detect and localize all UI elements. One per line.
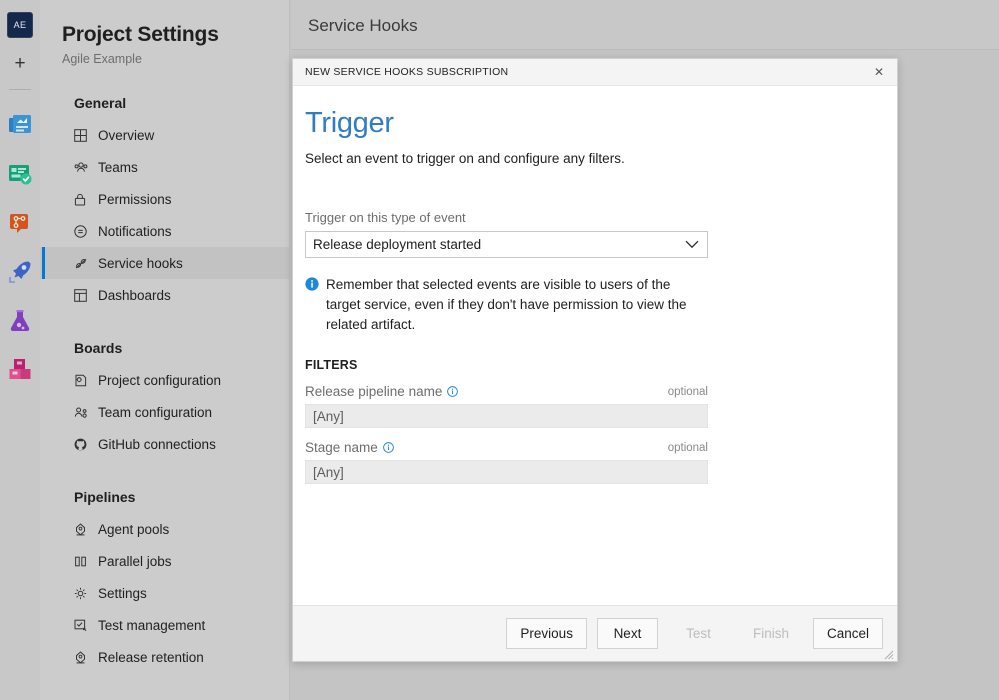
sidebar-group-general: General	[74, 95, 127, 111]
close-icon[interactable]: ✕	[870, 63, 888, 81]
sidebar-group-boards: Boards	[74, 340, 123, 356]
boards-icon[interactable]	[6, 160, 34, 188]
cancel-button[interactable]: Cancel	[812, 618, 883, 649]
sidebar-item-team-configuration[interactable]: Team configuration	[40, 396, 289, 428]
sidebar-item-github-connections[interactable]: GitHub connections	[40, 428, 289, 460]
sidebar-item-settings[interactable]: Settings	[40, 577, 289, 609]
sidebar-item-label: Release retention	[98, 649, 204, 665]
teams-icon	[74, 161, 92, 174]
sidebar-item-service-hooks[interactable]: Service hooks	[40, 247, 289, 279]
pipelines-icon[interactable]	[6, 258, 34, 286]
filter-label-line: Release pipeline name optional	[305, 384, 708, 399]
event-visibility-note-text: Remember that selected events are visibl…	[326, 277, 687, 332]
test-button: Test	[668, 618, 729, 649]
filter-label-line: Stage name optional	[305, 440, 708, 455]
add-new-button[interactable]: +	[7, 51, 33, 77]
grid-icon	[74, 128, 92, 142]
agent-pool-icon	[74, 522, 92, 536]
filter-optional-label: optional	[667, 441, 708, 454]
sidebar-item-label: Project configuration	[98, 372, 222, 388]
github-icon	[74, 438, 92, 451]
dialog-body: Trigger Select an event to trigger on an…	[293, 86, 897, 605]
sidebar-item-label: Parallel jobs	[98, 553, 172, 569]
artifacts-icon[interactable]	[6, 356, 34, 384]
release-pipeline-name-input[interactable]: [Any]	[305, 404, 708, 429]
test-management-icon	[74, 619, 92, 632]
sidebar-item-label: Teams	[98, 159, 138, 175]
team-config-icon	[74, 406, 92, 419]
sidebar-item-project-configuration[interactable]: Project configuration	[40, 364, 289, 396]
filter-label-text: Stage name	[305, 440, 378, 456]
dialog-footer: Previous Next Test Finish Cancel	[293, 605, 897, 661]
stage-name-input[interactable]: [Any]	[305, 460, 708, 485]
finish-button: Finish	[739, 618, 803, 649]
sidebar-item-test-management[interactable]: Test management	[40, 609, 289, 641]
event-visibility-note: Remember that selected events are visibl…	[305, 275, 705, 334]
sidebar-item-label: Agent pools	[98, 521, 170, 537]
filter-label-text: Release pipeline name	[305, 384, 443, 400]
global-icon-rail: AE +	[0, 0, 40, 700]
resize-grip-icon[interactable]	[882, 647, 894, 660]
previous-button[interactable]: Previous	[506, 618, 587, 649]
service-hooks-icon	[74, 257, 92, 270]
info-icon[interactable]	[447, 386, 459, 397]
info-icon	[305, 277, 320, 334]
filter-label: Stage name	[305, 440, 394, 455]
sidebar-item-label: GitHub connections	[98, 436, 216, 452]
sidebar-item-parallel-jobs[interactable]: Parallel jobs	[40, 545, 289, 577]
app-root: AE + Project Settings Agile Example Gene…	[0, 0, 999, 700]
project-config-icon	[74, 374, 92, 387]
avatar[interactable]: AE	[7, 12, 33, 38]
info-icon[interactable]	[382, 442, 394, 453]
sidebar-item-agent-pools[interactable]: Agent pools	[40, 513, 289, 545]
dialog-title: NEW SERVICE HOOKS SUBSCRIPTION	[305, 66, 509, 78]
sidebar-item-overview[interactable]: Overview	[40, 119, 289, 151]
test-plans-icon[interactable]	[6, 307, 34, 335]
parallel-jobs-icon	[74, 555, 92, 568]
sidebar-item-notifications[interactable]: Notifications	[40, 215, 289, 247]
filters-heading: FILTERS	[305, 358, 358, 373]
sidebar-item-release-retention[interactable]: Release retention	[40, 641, 289, 673]
event-type-select[interactable]: Release deployment started	[305, 231, 708, 259]
sidebar-item-dashboards[interactable]: Dashboards	[40, 279, 289, 311]
sidebar-group-pipelines: Pipelines	[74, 489, 136, 505]
dialog-titlebar: NEW SERVICE HOOKS SUBSCRIPTION ✕	[293, 59, 897, 86]
release-retention-icon	[74, 650, 92, 664]
sidebar-item-label: Service hooks	[98, 255, 183, 271]
lock-icon	[74, 193, 92, 206]
sidebar-item-label: Overview	[98, 127, 155, 143]
filter-label: Release pipeline name	[305, 384, 459, 400]
sidebar-item-permissions[interactable]: Permissions	[40, 183, 289, 215]
project-settings-sidebar: Project Settings Agile Example General O…	[40, 0, 290, 700]
chevron-down-icon	[685, 239, 699, 251]
overview-icon[interactable]	[6, 111, 34, 139]
filter-stage-name: Stage name optional [Any]	[305, 440, 708, 485]
event-type-value: Release deployment started	[313, 237, 482, 253]
sidebar-item-label: Team configuration	[98, 404, 213, 420]
sidebar-item-label: Test management	[98, 617, 206, 633]
filter-optional-label: optional	[667, 385, 708, 398]
gear-icon	[74, 587, 92, 600]
sidebar-item-label: Dashboards	[98, 287, 171, 303]
dashboard-icon	[74, 288, 92, 302]
project-name: Agile Example	[62, 52, 142, 66]
sidebar-item-label: Notifications	[98, 223, 172, 239]
dialog-description: Select an event to trigger on and config…	[305, 151, 625, 167]
sidebar-item-label: Settings	[98, 585, 147, 601]
bell-icon	[74, 224, 92, 238]
dialog-heading: Trigger	[305, 107, 394, 139]
event-type-label: Trigger on this type of event	[305, 210, 466, 226]
new-service-hooks-subscription-dialog: NEW SERVICE HOOKS SUBSCRIPTION ✕ Trigger…	[292, 58, 898, 662]
page-title: Project Settings	[62, 23, 219, 46]
content-header-title: Service Hooks	[291, 0, 999, 50]
sidebar-item-teams[interactable]: Teams	[40, 151, 289, 183]
next-button[interactable]: Next	[596, 618, 658, 649]
filter-release-pipeline-name: Release pipeline name optional [Any]	[305, 384, 708, 429]
rail-divider	[9, 89, 31, 90]
sidebar-item-label: Permissions	[98, 191, 172, 207]
repos-icon[interactable]	[6, 209, 34, 237]
